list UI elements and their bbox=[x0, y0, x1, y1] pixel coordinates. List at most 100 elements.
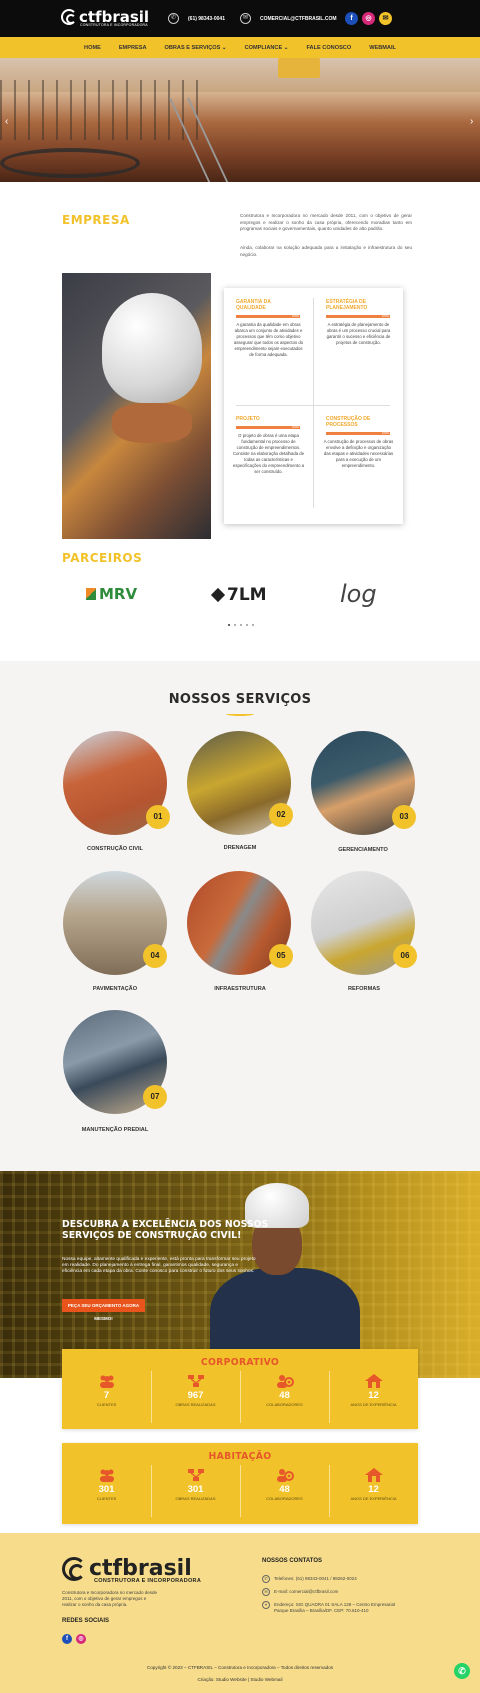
quote-button[interactable]: PEÇA SEU ORÇAMENTO AGORA MESMO! bbox=[62, 1299, 145, 1321]
hero-slider bbox=[0, 58, 480, 182]
works-icon bbox=[187, 1468, 205, 1482]
service-label[interactable]: DRENAGEM bbox=[175, 845, 305, 851]
quality-item: GARANTIA DA QUALIDADE 100% A garantia da… bbox=[224, 299, 313, 358]
credits[interactable]: Criação: Studio Website | Studio Webmail bbox=[0, 1677, 480, 1682]
service-label[interactable]: GERENCIAMENTO bbox=[298, 847, 428, 853]
footer-instagram-icon[interactable]: ◎ bbox=[76, 1634, 86, 1644]
hero-next-arrow-icon[interactable]: › bbox=[470, 116, 473, 127]
dot[interactable] bbox=[246, 624, 248, 626]
contacts-title: NOSSOS CONTATOS bbox=[262, 1558, 323, 1564]
quality-progress-bar: 100% bbox=[236, 425, 300, 429]
service-label[interactable]: PAVIMENTAÇÃO bbox=[50, 986, 180, 992]
empresa-text-2: Ainda, colaborar na solução adequada par… bbox=[240, 245, 412, 257]
footer-brand: ctfbrasil bbox=[89, 1556, 192, 1581]
stat-works: 301 OBRAS REALIZADAS bbox=[151, 1468, 240, 1501]
quality-progress-bar: 100% bbox=[326, 431, 390, 435]
mail-icon: ✉ bbox=[262, 1588, 270, 1596]
stat-label: ANOS DE EXPERIÊNCIA bbox=[350, 1496, 397, 1501]
hero-rail bbox=[169, 98, 231, 182]
quality-title: GARANTIA DA QUALIDADE bbox=[236, 299, 271, 311]
stat-value: 301 bbox=[187, 1484, 204, 1495]
quality-text: A construção de processos de obras envol… bbox=[323, 439, 394, 468]
header-email[interactable]: COMERCIAL@CTFBRASIL.COM bbox=[260, 16, 337, 22]
facebook-icon[interactable]: f bbox=[345, 12, 358, 25]
worker-helmet-image bbox=[62, 273, 211, 539]
service-number: 02 bbox=[269, 803, 293, 827]
partners-pagination[interactable] bbox=[228, 624, 254, 626]
partner-logo-mrv[interactable]: MRV bbox=[86, 585, 137, 603]
social-title: REDES SOCIAIS bbox=[62, 1618, 110, 1624]
footer-email[interactable]: E-mail: comercial@ctfbrasil.com bbox=[274, 1589, 414, 1595]
footer-facebook-icon[interactable]: f bbox=[62, 1634, 72, 1644]
instagram-icon[interactable]: ◎ bbox=[362, 12, 375, 25]
partner-logo-log[interactable]: log bbox=[340, 580, 377, 608]
stat-value: 967 bbox=[187, 1390, 204, 1401]
quality-item: CONSTRUÇÃO DE PROCESSOS 100% A construçã… bbox=[314, 416, 403, 469]
hero-prev-arrow-icon[interactable]: ‹ bbox=[5, 116, 8, 127]
stat-clients: 301 CLIENTES bbox=[62, 1468, 151, 1501]
quality-progress-bar: 100% bbox=[326, 314, 390, 318]
cta-text: Nossa equipe, altamente qualificada e ex… bbox=[62, 1257, 256, 1274]
top-bar: ctfbrasil CONSTRUTORA E INCORPORADORA ✆ … bbox=[0, 0, 480, 37]
service-label[interactable]: CONSTRUÇÃO CIVIL bbox=[50, 846, 180, 852]
hero-machine bbox=[278, 58, 320, 78]
logo[interactable]: ctfbrasil CONSTRUTORA E INCORPORADORA bbox=[61, 7, 150, 27]
stat-label: CLIENTES bbox=[96, 1402, 117, 1407]
partner-name: log bbox=[340, 580, 377, 608]
habitacao-stats: HABITAÇÃO 301 CLIENTES 301 OBRAS REALIZA… bbox=[62, 1443, 418, 1524]
quality-item: PROJETO 100% O projeto de obras é uma et… bbox=[224, 416, 313, 475]
hero-pipe bbox=[0, 148, 140, 178]
main-nav: HOME EMPRESA OBRAS E SERVIÇOS ⌄ COMPLIAN… bbox=[0, 37, 480, 58]
quality-text: A estratégia de planejamento de obras é … bbox=[326, 322, 391, 345]
footer-address: Endereço: SIG QUADRA 01 SALA 128 – Centr… bbox=[274, 1602, 396, 1613]
stat-label: ANOS DE EXPERIÊNCIA bbox=[350, 1402, 397, 1407]
logo-name: ctfbrasil bbox=[79, 7, 150, 26]
partner-name: 7LM bbox=[227, 585, 267, 605]
stat-value: 7 bbox=[103, 1390, 110, 1401]
hero-fence bbox=[0, 80, 200, 140]
service-number: 06 bbox=[393, 944, 417, 968]
dot[interactable] bbox=[252, 624, 254, 626]
stat-works: 967 OBRAS REALIZADAS bbox=[151, 1374, 240, 1407]
location-icon: ⌖ bbox=[262, 1601, 270, 1609]
nav-empresa[interactable]: EMPRESA bbox=[119, 45, 147, 51]
dot[interactable] bbox=[234, 624, 236, 626]
house-icon bbox=[364, 1468, 383, 1482]
nav-fale-conosco[interactable]: FALE CONOSCO bbox=[306, 45, 351, 51]
quality-progress-bar: 100% bbox=[236, 314, 300, 318]
header-phone[interactable]: (61) 98343-0041 bbox=[188, 16, 225, 22]
logo-mark-icon bbox=[61, 9, 77, 25]
footer-phones[interactable]: Telefones: (61) 98343-0041 / 98262-0024 bbox=[274, 1576, 414, 1582]
empresa-text-1: Construtora e Incorporadora no mercado d… bbox=[240, 213, 412, 231]
partner-logo-7lm[interactable]: 7LM bbox=[210, 585, 267, 605]
dot[interactable] bbox=[228, 624, 230, 626]
engineer-woman-image bbox=[200, 1173, 370, 1378]
stat-label: COLABORADORES bbox=[266, 1496, 303, 1501]
parceiros-title: PARCEIROS bbox=[62, 551, 143, 565]
nav-compliance[interactable]: COMPLIANCE ⌄ bbox=[245, 45, 289, 51]
cta-heading: DESCUBRA A EXCELÊNCIA DOS NOSSOS SERVIÇO… bbox=[62, 1219, 269, 1241]
whatsapp-float-icon[interactable]: ✆ bbox=[454, 1663, 470, 1679]
phone-icon: ✆ bbox=[262, 1575, 270, 1583]
clients-icon bbox=[98, 1468, 116, 1482]
dot[interactable] bbox=[240, 624, 242, 626]
nav-obras-servicos[interactable]: OBRAS E SERVIÇOS ⌄ bbox=[165, 45, 227, 51]
stat-experience: 12 ANOS DE EXPERIÊNCIA bbox=[329, 1468, 418, 1501]
nav-webmail[interactable]: WEBMAIL bbox=[369, 45, 396, 51]
quality-title: PROJETO bbox=[236, 416, 260, 422]
hand-shape bbox=[112, 403, 192, 443]
service-label[interactable]: MANUTENÇÃO PREDIAL bbox=[50, 1127, 180, 1133]
stat-label: OBRAS REALIZADAS bbox=[175, 1496, 216, 1501]
services-title: NOSSOS SERVIÇOS bbox=[168, 692, 312, 707]
service-label[interactable]: REFORMAS bbox=[299, 986, 429, 992]
stat-value: 48 bbox=[279, 1390, 290, 1401]
service-label[interactable]: INFRAESTRUTURA bbox=[175, 986, 305, 992]
stat-value: 301 bbox=[98, 1484, 115, 1495]
service-number: 01 bbox=[146, 805, 170, 829]
nav-home[interactable]: HOME bbox=[84, 45, 101, 51]
stat-experience: 12 ANOS DE EXPERIÊNCIA bbox=[329, 1374, 418, 1407]
quality-percent: 100% bbox=[381, 314, 389, 318]
quality-item: ESTRATÉGIA DE PLANEJAMENTO 100% A estrat… bbox=[314, 299, 403, 346]
mail-icon[interactable]: ✉ bbox=[379, 12, 392, 25]
stat-value: 12 bbox=[368, 1390, 379, 1401]
